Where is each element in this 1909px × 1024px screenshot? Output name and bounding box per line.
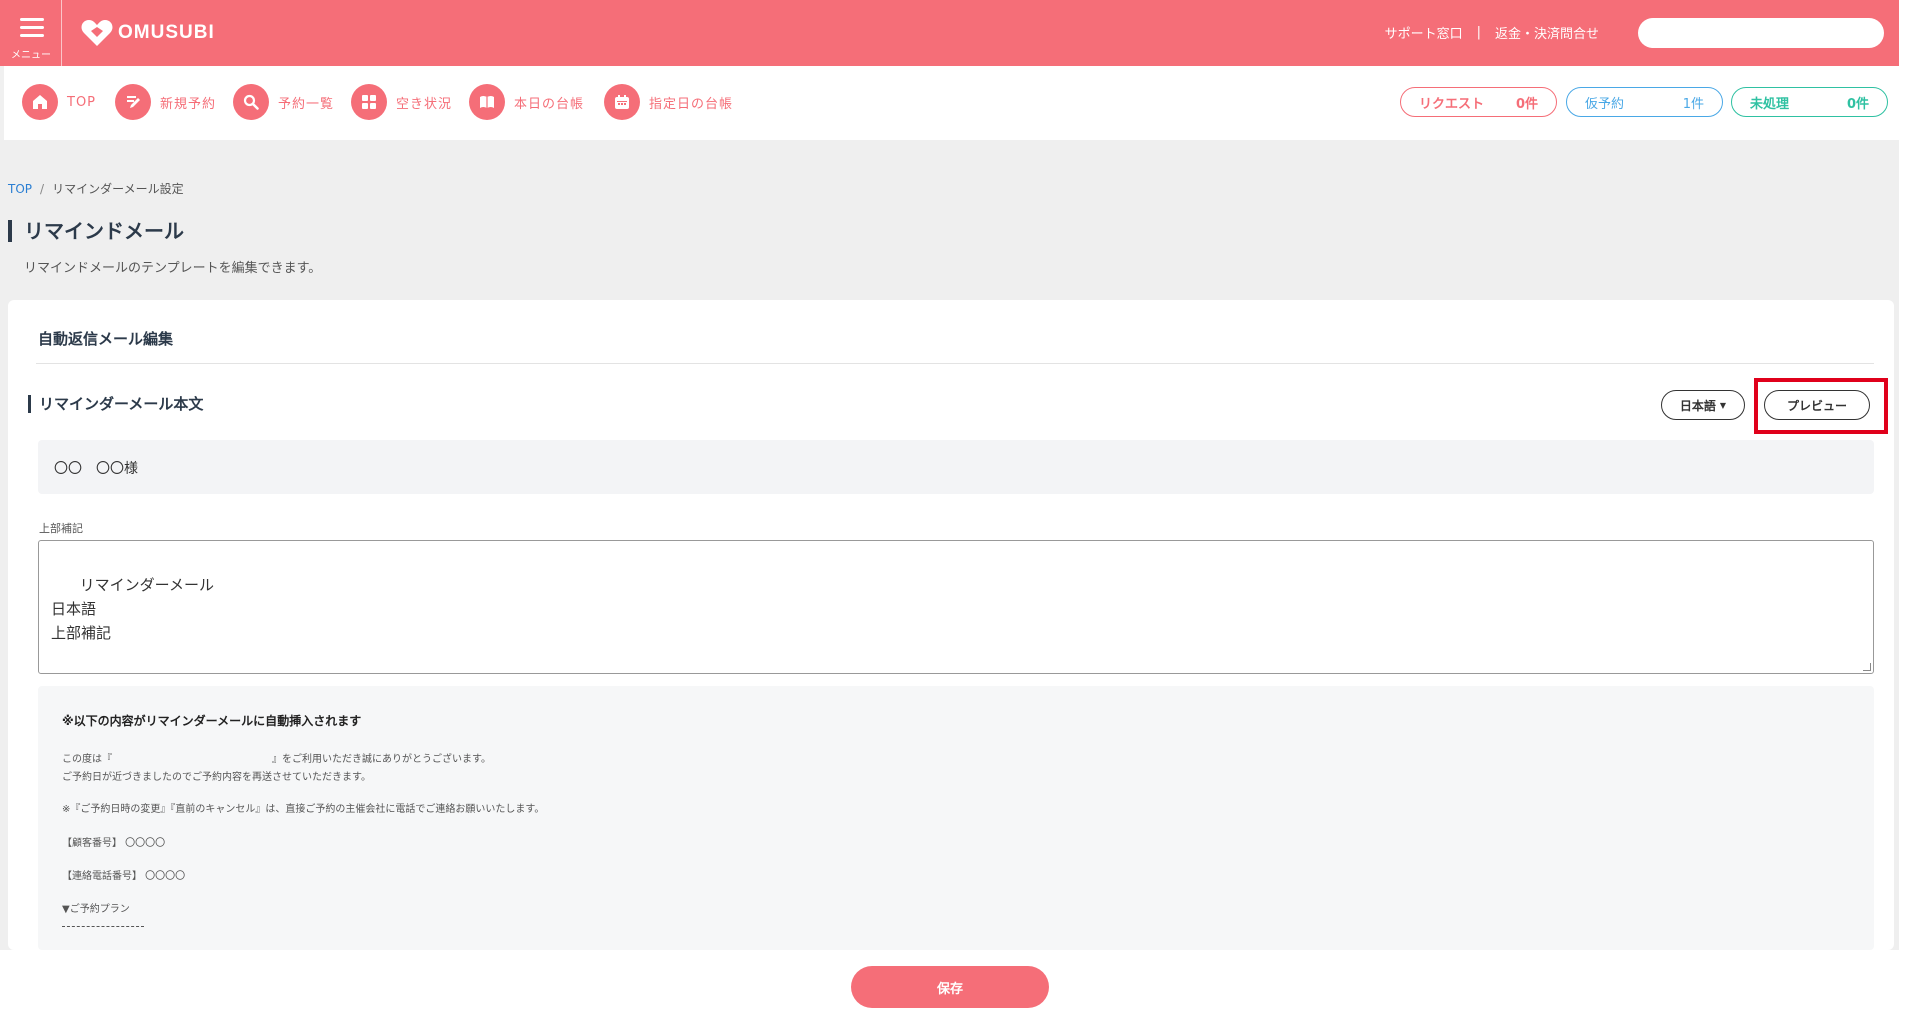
status-label: 仮予約 bbox=[1585, 96, 1625, 112]
status-label: 未処理 bbox=[1750, 96, 1790, 112]
nav-item-date-ledger[interactable]: 指定日の台帳 bbox=[604, 83, 733, 121]
nav-item-today-ledger[interactable]: 本日の台帳 bbox=[469, 83, 584, 121]
auto-insert-title: ※以下の内容がリマインダーメールに自動挿入されます bbox=[62, 714, 362, 728]
divider bbox=[36, 363, 1874, 364]
language-dropdown[interactable]: 日本語 ▼ bbox=[1661, 390, 1745, 420]
breadcrumb-home-link[interactable]: TOP bbox=[8, 182, 32, 196]
breadcrumb-separator: / bbox=[40, 182, 45, 196]
page-title: リマインドメール bbox=[8, 220, 184, 242]
dashed-divider bbox=[62, 926, 144, 927]
footer-bar: 保存 bbox=[0, 950, 1909, 1024]
status-count: 0件 bbox=[1515, 96, 1538, 112]
home-icon bbox=[22, 84, 58, 120]
support-link[interactable]: サポート窓口 bbox=[1385, 23, 1463, 42]
menu-label: メニュー bbox=[11, 50, 51, 61]
auto-insert-box: ※以下の内容がリマインダーメールに自動挿入されます この度は『 』をご利用いただき… bbox=[38, 686, 1874, 950]
refund-link[interactable]: 返金・決済問合せ bbox=[1495, 23, 1599, 42]
status-label: リクエスト bbox=[1419, 96, 1485, 112]
unprocessed-status-button[interactable]: 未処理 0件 bbox=[1731, 87, 1888, 117]
card-title: 自動返信メール編集 bbox=[38, 330, 174, 348]
page-description: リマインドメールのテンプレートを編集できます。 bbox=[24, 261, 322, 276]
insert-text: この度は『 bbox=[62, 754, 112, 765]
insert-line-notice: ※『ご予約日時の変更』『直前のキャンセル』は、直接ご予約の主催会社に電話でご連絡… bbox=[62, 804, 545, 815]
caret-down-icon: ▼ bbox=[1719, 400, 1727, 410]
link-separator: | bbox=[1476, 25, 1481, 40]
resize-handle-icon[interactable] bbox=[1863, 663, 1871, 671]
provisional-status-button[interactable]: 仮予約 1件 bbox=[1566, 87, 1723, 117]
insert-line-phone-no: 【連絡電話番号】 〇〇〇〇 bbox=[62, 871, 186, 882]
main-content: TOP / リマインダーメール設定 リマインドメール リマインドメールのテンプレート… bbox=[0, 140, 1899, 950]
grid-icon bbox=[351, 84, 387, 120]
calendar-icon bbox=[604, 84, 640, 120]
menu-button[interactable]: メニュー bbox=[0, 0, 62, 66]
top-note-textarea[interactable]: リマインダーメール 日本語 上部補記 bbox=[38, 540, 1874, 674]
nav-label: TOP bbox=[67, 94, 97, 110]
nav-label: 指定日の台帳 bbox=[649, 96, 734, 112]
language-label: 日本語 bbox=[1679, 398, 1716, 413]
book-icon bbox=[469, 84, 505, 120]
section-title: リマインダーメール本文 bbox=[28, 395, 203, 413]
heart-logo-icon bbox=[81, 20, 113, 46]
nav-label: 新規予約 bbox=[160, 96, 217, 112]
nav-item-availability[interactable]: 空き状況 bbox=[351, 83, 452, 121]
header-links: サポート窓口 | 返金・決済問合せ bbox=[1385, 23, 1599, 42]
breadcrumb: TOP / リマインダーメール設定 bbox=[8, 180, 184, 197]
nav-label: 本日の台帳 bbox=[514, 96, 585, 112]
nav-item-new-reservation[interactable]: 新規予約 bbox=[115, 83, 216, 121]
logo-text: OMUSUBI bbox=[118, 22, 215, 43]
status-count: 1件 bbox=[1682, 96, 1704, 112]
nav-label: 空き状況 bbox=[396, 96, 453, 112]
nav-label: 予約一覧 bbox=[278, 96, 335, 112]
nav-item-top[interactable]: TOP bbox=[22, 83, 96, 121]
insert-line-plan: ▼ご予約プラン bbox=[62, 904, 130, 915]
insert-line-customer-no: 【顧客番号】 〇〇〇〇 bbox=[62, 838, 166, 849]
top-note-text: リマインダーメール 日本語 上部補記 bbox=[51, 576, 215, 642]
status-count: 0件 bbox=[1846, 96, 1869, 112]
insert-line-thanks: この度は『 』をご利用いただき誠にありがとうございます。 bbox=[62, 750, 491, 765]
preview-button[interactable]: プレビュー bbox=[1764, 390, 1870, 420]
hamburger-icon bbox=[20, 18, 44, 38]
insert-text: 』をご利用いただき誠にありがとうございます。 bbox=[272, 754, 491, 765]
header-search-input[interactable] bbox=[1638, 18, 1884, 48]
search-icon bbox=[233, 84, 269, 120]
nav-item-reservation-list[interactable]: 予約一覧 bbox=[233, 83, 334, 121]
logo[interactable]: OMUSUBI bbox=[80, 16, 215, 50]
breadcrumb-current: リマインダーメール設定 bbox=[52, 182, 184, 196]
recipient-name: 〇〇 〇〇様 bbox=[38, 440, 1874, 494]
request-status-button[interactable]: リクエスト 0件 bbox=[1400, 87, 1557, 117]
insert-line-resend: ご予約日が近づきましたのでご予約内容を再送させていただきます。 bbox=[62, 772, 371, 783]
top-note-label: 上部補記 bbox=[39, 522, 83, 535]
nav-bar: TOP 新規予約 予約一覧 空き状況 本日の台帳 指定日の台帳 リクエスト 0件 bbox=[0, 66, 1899, 140]
edit-icon bbox=[115, 84, 151, 120]
edit-card: 自動返信メール編集 リマインダーメール本文 日本語 ▼ プレビュー 〇〇 〇〇様… bbox=[8, 300, 1894, 950]
top-header: メニュー OMUSUBI サポート窓口 | 返金・決済問合せ bbox=[0, 0, 1899, 66]
save-button[interactable]: 保存 bbox=[851, 966, 1049, 1008]
